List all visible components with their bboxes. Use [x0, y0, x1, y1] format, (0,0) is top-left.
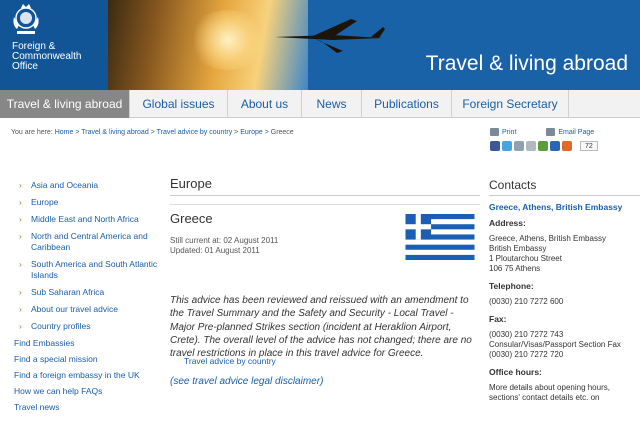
breadcrumb-europe[interactable]: Europe [240, 129, 263, 136]
chevron-right-icon: › [19, 197, 22, 207]
office-hours-text: More details about opening hours, sectio… [489, 383, 610, 402]
sidebar-subitem-label: North and Central America and Caribbean [31, 231, 148, 252]
breadcrumb-travel[interactable]: Travel & living abroad [81, 129, 148, 136]
disclaimer-link[interactable]: (see travel advice legal disclaimer) [170, 376, 480, 387]
sidebar-subitem[interactable]: › South America and South Atlantic Island… [14, 259, 159, 281]
nav-item-news[interactable]: News [302, 90, 362, 118]
greece-flag-icon [405, 214, 475, 260]
embassy-link[interactable]: Greece, Athens, British Embassy [489, 202, 640, 212]
share-toolbar: 72 [490, 141, 598, 151]
nav-item-foreign-secretary[interactable]: Foreign Secretary [452, 90, 569, 118]
airplane-icon [275, 19, 385, 53]
section-heading: Travel & living abroad [425, 52, 628, 75]
main-nav: Travel & living abroad Global issues Abo… [0, 90, 640, 118]
print-label: Print [502, 128, 517, 136]
advice-summary: This advice has been reviewed and reissu… [170, 295, 472, 360]
header-banner-image [108, 0, 385, 90]
email-share-icon[interactable] [514, 141, 524, 151]
breadcrumb-home[interactable]: Home [55, 129, 74, 136]
more-share-icon[interactable] [562, 141, 572, 151]
address-line: British Embassy [489, 244, 547, 253]
chevron-right-icon: › [19, 304, 22, 314]
site-header: Foreign & Commonwealth Office Travel & l… [0, 0, 640, 90]
sidebar-subitem[interactable]: › Europe [14, 197, 159, 208]
address-line: Greece, Athens, British Embassy [489, 234, 606, 243]
breadcrumb: You are here: Home > Travel & living abr… [11, 129, 294, 136]
sidebar-subitem-label: South America and South Atlantic Islands [31, 259, 158, 280]
email-label: Email Page [558, 128, 595, 136]
sidebar-item-foreign-embassy[interactable]: Find a foreign embassy in the UK [14, 370, 159, 380]
sidebar-item-travel-news[interactable]: Travel news [14, 402, 159, 412]
contacts-heading: Contacts [489, 179, 640, 196]
fax-line: Consular/Visas/Passport Section Fax [489, 340, 621, 349]
fax-label: Fax: [489, 314, 507, 324]
sidebar-subitem-label: Asia and Oceania [31, 180, 99, 190]
sunset-glow [188, 10, 268, 70]
sidebar-subitem-label: Country profiles [31, 321, 91, 331]
royal-crest-icon [13, 4, 39, 34]
contacts-panel: Contacts Greece, Athens, British Embassy… [489, 179, 640, 410]
fax-line: (0030) 210 7272 720 [489, 350, 564, 359]
sidebar-subitem[interactable]: › Country profiles [14, 321, 159, 332]
sidebar-subitem-label: Middle East and North Africa [31, 214, 139, 224]
print-link[interactable]: Print [490, 128, 530, 136]
sidebar-subitem[interactable]: › About our travel advice [14, 304, 159, 315]
sidebar-subitem[interactable]: › Asia and Oceania [14, 180, 159, 191]
fax-text: (0030) 210 7272 743 Consular/Visas/Passp… [489, 330, 640, 360]
breadcrumb-prefix: You are here: [11, 129, 53, 136]
share-count: 72 [580, 141, 598, 151]
page-tools: Print Email Page [490, 128, 622, 136]
page-title: Europe [170, 176, 480, 196]
main-content: Europe Greece Still current at: 02 Augus… [170, 176, 480, 387]
chevron-right-icon: › [19, 321, 22, 331]
facebook-icon[interactable] [490, 141, 500, 151]
delicious-icon[interactable] [550, 141, 560, 151]
telephone-label: Telephone: [489, 281, 534, 291]
sidebar-item-find-embassies[interactable]: Find Embassies [14, 338, 159, 348]
chevron-right-icon: › [19, 214, 22, 224]
telephone-number: (0030) 210 7272 600 [489, 297, 564, 306]
sidebar-item-faqs[interactable]: How we can help FAQs [14, 386, 159, 396]
fax-line: (0030) 210 7272 743 [489, 330, 564, 339]
bookmark-icon[interactable] [526, 141, 536, 151]
envelope-icon [546, 128, 556, 136]
printer-icon [490, 128, 499, 136]
nav-item-publications[interactable]: Publications [362, 90, 452, 118]
email-page-link[interactable]: Email Page [546, 128, 608, 136]
address-line: 106 75 Athens [489, 264, 541, 273]
breadcrumb-current: Greece [270, 129, 294, 136]
chevron-right-icon: › [19, 259, 22, 269]
chevron-right-icon: › [19, 180, 22, 190]
sidebar-subitem[interactable]: › North and Central America and Caribbean [14, 231, 159, 253]
sidebar: Travel advice by country › Asia and Ocean… [14, 180, 276, 418]
address-text: Greece, Athens, British Embassy British … [489, 234, 640, 274]
sidebar-subitem-label: Sub Saharan Africa [31, 287, 105, 297]
address-line: 1 Ploutarchou Street [489, 254, 562, 263]
chevron-right-icon: › [19, 287, 22, 297]
sidebar-subitem-label: Europe [31, 197, 59, 207]
sidebar-subitem[interactable]: › Middle East and North Africa [14, 214, 159, 225]
nav-item-about-us[interactable]: About us [228, 90, 302, 118]
address-label: Address: [489, 218, 526, 228]
nav-item-travel[interactable]: Travel & living abroad [0, 90, 130, 118]
stumble-icon[interactable] [538, 141, 548, 151]
sidebar-subitem-label: About our travel advice [31, 304, 118, 314]
fco-logo[interactable]: Foreign & Commonwealth Office [0, 0, 108, 90]
country-header: Greece Still current at: 02 August 2011 … [170, 204, 480, 276]
nav-item-global-issues[interactable]: Global issues [130, 90, 228, 118]
logo-line: Office [12, 61, 38, 72]
chevron-right-icon: › [19, 231, 22, 241]
office-hours-label: Office hours: [489, 367, 542, 377]
breadcrumb-travel-advice[interactable]: Travel advice by country [157, 129, 233, 136]
sidebar-item-special-mission[interactable]: Find a special mission [14, 354, 159, 364]
twitter-icon[interactable] [502, 141, 512, 151]
sidebar-subitem[interactable]: › Sub Saharan Africa [14, 287, 159, 298]
